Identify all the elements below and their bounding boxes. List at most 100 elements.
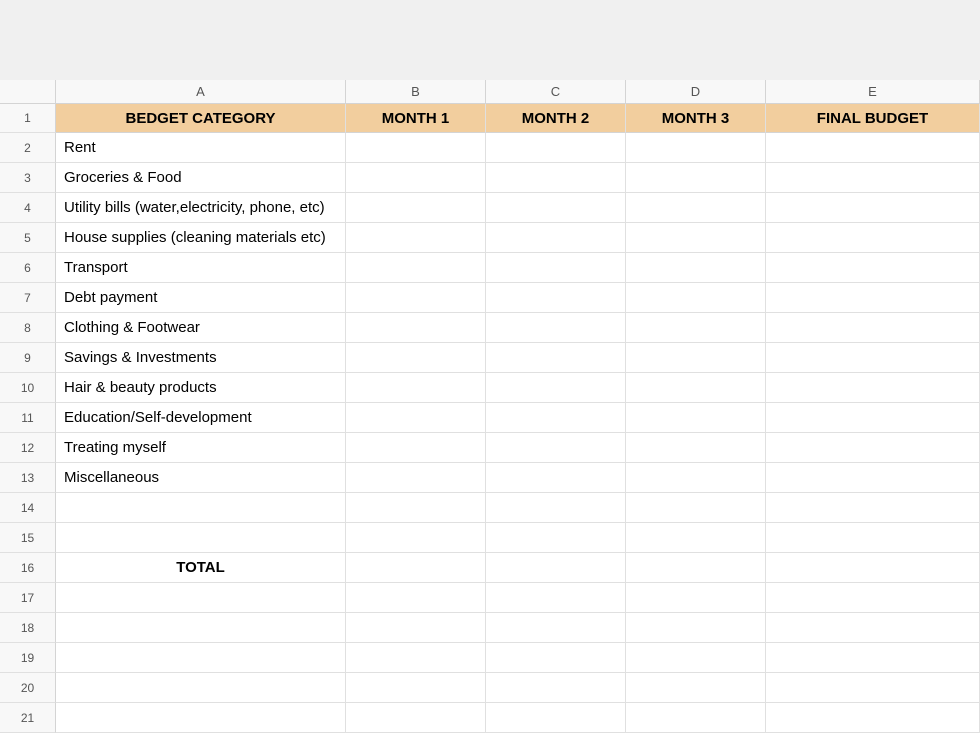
cell-D18[interactable]	[626, 613, 766, 643]
row-header-17[interactable]: 17	[0, 583, 56, 613]
cell-A4[interactable]: Utility bills (water,electricity, phone,…	[56, 193, 346, 223]
cell-A5[interactable]: House supplies (cleaning materials etc)	[56, 223, 346, 253]
cell-B7[interactable]	[346, 283, 486, 313]
cell-A13[interactable]: Miscellaneous	[56, 463, 346, 493]
cell-B9[interactable]	[346, 343, 486, 373]
cell-B14[interactable]	[346, 493, 486, 523]
cell-E16[interactable]	[766, 553, 980, 583]
row-header-14[interactable]: 14	[0, 493, 56, 523]
cell-C20[interactable]	[486, 673, 626, 703]
cell-A1[interactable]: BEDGET CATEGORY	[56, 104, 346, 133]
cell-C12[interactable]	[486, 433, 626, 463]
cell-D9[interactable]	[626, 343, 766, 373]
cell-D14[interactable]	[626, 493, 766, 523]
cell-A11[interactable]: Education/Self-development	[56, 403, 346, 433]
cell-E2[interactable]	[766, 133, 980, 163]
cell-E14[interactable]	[766, 493, 980, 523]
row-header-11[interactable]: 11	[0, 403, 56, 433]
cell-E4[interactable]	[766, 193, 980, 223]
row-header-4[interactable]: 4	[0, 193, 56, 223]
cell-C15[interactable]	[486, 523, 626, 553]
cell-D20[interactable]	[626, 673, 766, 703]
cell-C11[interactable]	[486, 403, 626, 433]
row-header-2[interactable]: 2	[0, 133, 56, 163]
cell-E20[interactable]	[766, 673, 980, 703]
cell-B5[interactable]	[346, 223, 486, 253]
cell-E1[interactable]: FINAL BUDGET	[766, 104, 980, 133]
cell-A3[interactable]: Groceries & Food	[56, 163, 346, 193]
row-header-5[interactable]: 5	[0, 223, 56, 253]
cell-D5[interactable]	[626, 223, 766, 253]
cell-E10[interactable]	[766, 373, 980, 403]
cell-A7[interactable]: Debt payment	[56, 283, 346, 313]
cell-C6[interactable]	[486, 253, 626, 283]
cell-E11[interactable]	[766, 403, 980, 433]
cell-D7[interactable]	[626, 283, 766, 313]
cell-D1[interactable]: MONTH 3	[626, 104, 766, 133]
cell-C18[interactable]	[486, 613, 626, 643]
cell-B10[interactable]	[346, 373, 486, 403]
cell-B21[interactable]	[346, 703, 486, 733]
cell-D15[interactable]	[626, 523, 766, 553]
cell-D16[interactable]	[626, 553, 766, 583]
cell-C5[interactable]	[486, 223, 626, 253]
cell-C7[interactable]	[486, 283, 626, 313]
cell-B20[interactable]	[346, 673, 486, 703]
row-header-12[interactable]: 12	[0, 433, 56, 463]
cell-D4[interactable]	[626, 193, 766, 223]
cell-C14[interactable]	[486, 493, 626, 523]
cell-D21[interactable]	[626, 703, 766, 733]
cell-B1[interactable]: MONTH 1	[346, 104, 486, 133]
cell-B3[interactable]	[346, 163, 486, 193]
cell-A20[interactable]	[56, 673, 346, 703]
cell-D12[interactable]	[626, 433, 766, 463]
cell-B16[interactable]	[346, 553, 486, 583]
col-header-A[interactable]: A	[56, 80, 346, 104]
col-header-E[interactable]: E	[766, 80, 980, 104]
cell-D11[interactable]	[626, 403, 766, 433]
cell-D10[interactable]	[626, 373, 766, 403]
row-header-7[interactable]: 7	[0, 283, 56, 313]
cell-E8[interactable]	[766, 313, 980, 343]
cell-C10[interactable]	[486, 373, 626, 403]
cell-E9[interactable]	[766, 343, 980, 373]
cell-A6[interactable]: Transport	[56, 253, 346, 283]
cell-B19[interactable]	[346, 643, 486, 673]
cell-C3[interactable]	[486, 163, 626, 193]
cell-D13[interactable]	[626, 463, 766, 493]
cell-B4[interactable]	[346, 193, 486, 223]
cell-B6[interactable]	[346, 253, 486, 283]
cell-A17[interactable]	[56, 583, 346, 613]
cell-E21[interactable]	[766, 703, 980, 733]
cell-C17[interactable]	[486, 583, 626, 613]
cell-A18[interactable]	[56, 613, 346, 643]
cell-C9[interactable]	[486, 343, 626, 373]
row-header-9[interactable]: 9	[0, 343, 56, 373]
cell-D2[interactable]	[626, 133, 766, 163]
cell-A19[interactable]	[56, 643, 346, 673]
cell-A12[interactable]: Treating myself	[56, 433, 346, 463]
cell-E13[interactable]	[766, 463, 980, 493]
row-header-19[interactable]: 19	[0, 643, 56, 673]
cell-B15[interactable]	[346, 523, 486, 553]
cell-C16[interactable]	[486, 553, 626, 583]
cell-C21[interactable]	[486, 703, 626, 733]
row-header-20[interactable]: 20	[0, 673, 56, 703]
col-header-B[interactable]: B	[346, 80, 486, 104]
row-header-15[interactable]: 15	[0, 523, 56, 553]
cell-C13[interactable]	[486, 463, 626, 493]
cell-C2[interactable]	[486, 133, 626, 163]
cell-B8[interactable]	[346, 313, 486, 343]
cell-B17[interactable]	[346, 583, 486, 613]
row-header-13[interactable]: 13	[0, 463, 56, 493]
row-header-18[interactable]: 18	[0, 613, 56, 643]
cell-B13[interactable]	[346, 463, 486, 493]
cell-A8[interactable]: Clothing & Footwear	[56, 313, 346, 343]
cell-E6[interactable]	[766, 253, 980, 283]
cell-D19[interactable]	[626, 643, 766, 673]
cell-A2[interactable]: Rent	[56, 133, 346, 163]
col-header-D[interactable]: D	[626, 80, 766, 104]
cell-C4[interactable]	[486, 193, 626, 223]
cell-A14[interactable]	[56, 493, 346, 523]
corner-cell[interactable]	[0, 80, 56, 104]
